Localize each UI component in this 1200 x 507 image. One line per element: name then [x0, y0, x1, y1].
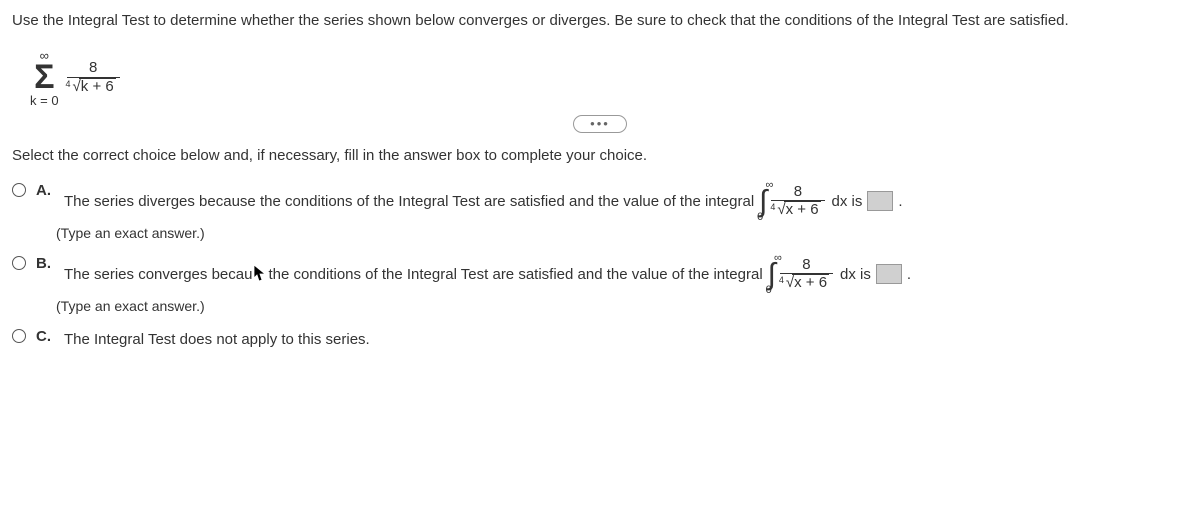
series-expression: ∞ Σ k = 0 8 4 √k + 6 — [30, 49, 1188, 107]
hint-B: (Type an exact answer.) — [56, 298, 1188, 314]
sigma-block: ∞ Σ k = 0 — [30, 49, 59, 107]
answer-box-A[interactable] — [867, 191, 893, 211]
root-B-index: 4 — [779, 276, 784, 286]
choice-A-text-before: The series diverges because the conditio… — [64, 188, 754, 215]
cursor-icon — [253, 264, 267, 284]
integrand-A-num: 8 — [790, 184, 806, 201]
dx-is-A: dx is — [832, 188, 863, 215]
choice-C[interactable]: C. The Integral Test does not apply to t… — [12, 326, 1188, 353]
int-A-lower: 0 — [757, 212, 763, 223]
choice-C-text: The Integral Test does not apply to this… — [64, 326, 370, 353]
question-prompt: Use the Integral Test to determine wheth… — [12, 10, 1188, 31]
integral-A: ∞ ∫ 0 8 4 √x + 6 — [759, 180, 826, 223]
integrand-B-num: 8 — [798, 257, 814, 274]
integral-B: ∞ ∫ 0 8 4 √x + 6 — [768, 253, 835, 296]
fraction-denominator: 4 √k + 6 — [67, 78, 120, 96]
more-button[interactable]: ••• — [12, 115, 1188, 133]
radicand: k + 6 — [79, 78, 116, 96]
sigma-lower-limit: k = 0 — [30, 94, 59, 107]
period-A: . — [898, 188, 902, 215]
choice-B[interactable]: B. The series converges becau the condit… — [12, 253, 1188, 296]
dx-is-B: dx is — [840, 261, 871, 288]
integral-symbol-icon: ∫ — [768, 264, 776, 285]
integrand-A: 8 4 √x + 6 — [771, 184, 824, 219]
choice-B-text: The series converges becau the condition… — [64, 253, 911, 296]
radio-B[interactable] — [12, 256, 26, 270]
answer-box-B[interactable] — [876, 264, 902, 284]
integrand-B: 8 4 √x + 6 — [780, 257, 833, 292]
root-A-index: 4 — [770, 203, 775, 213]
int-B-lower: 0 — [766, 285, 772, 296]
integrand-A-den: 4 √x + 6 — [771, 201, 824, 219]
integrand-B-den: 4 √x + 6 — [780, 274, 833, 292]
series-fraction: 8 4 √k + 6 — [67, 60, 120, 95]
instruction-text: Select the correct choice below and, if … — [12, 147, 1188, 164]
sigma-symbol: Σ — [34, 62, 54, 93]
radicand-B: x + 6 — [792, 274, 829, 292]
period-B: . — [907, 261, 911, 288]
choice-A-text: The series diverges because the conditio… — [64, 180, 903, 223]
choice-B-text-before: The series converges becau — [64, 261, 252, 288]
choice-B-text-after: the conditions of the Integral Test are … — [268, 261, 762, 288]
hint-A: (Type an exact answer.) — [56, 225, 1188, 241]
radio-A[interactable] — [12, 183, 26, 197]
ellipsis-icon: ••• — [573, 115, 627, 133]
radio-C[interactable] — [12, 329, 26, 343]
choice-C-letter: C. — [36, 328, 54, 345]
integral-symbol-icon: ∫ — [759, 191, 767, 212]
choice-B-letter: B. — [36, 255, 54, 272]
root-index: 4 — [66, 80, 71, 90]
radicand-A: x + 6 — [784, 201, 821, 219]
fraction-numerator: 8 — [85, 60, 101, 77]
choice-A-letter: A. — [36, 182, 54, 199]
choice-A[interactable]: A. The series diverges because the condi… — [12, 180, 1188, 223]
